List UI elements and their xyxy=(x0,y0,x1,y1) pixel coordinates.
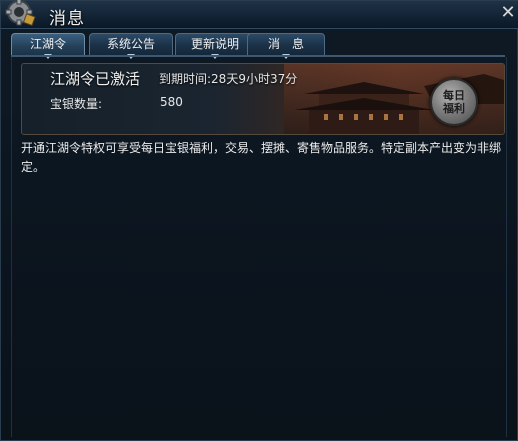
tab-label: 系统公告 xyxy=(106,37,155,51)
jianghu-ling-banner: 江湖令已激活 到期时间:28天9小时37分 宝银数量: 580 每日 福利 xyxy=(21,63,505,135)
activation-status: 江湖令已激活 xyxy=(50,70,141,88)
tab-update-notes[interactable]: 更新说明 xyxy=(175,33,255,59)
tab-label: 江湖令 xyxy=(29,37,66,51)
privilege-description: 开通江湖令特权可享受每日宝银福利，交易、摆摊、寄售物品服务。特定副本产出变为非绑… xyxy=(21,141,502,174)
daily-reward-button[interactable]: 每日 福利 xyxy=(430,78,478,126)
window-title: 消息 xyxy=(49,9,85,29)
badge-text-line2: 福利 xyxy=(443,102,465,115)
badge-text-line1: 每日 xyxy=(443,89,465,102)
message-window: 消息 ✕ 江湖令 系统公告 更新说明 消 息 江湖令已激活 到期时间:28天9小… xyxy=(0,0,518,441)
title-bar[interactable]: 消息 ✕ xyxy=(1,0,518,29)
silver-label: 宝银数量: xyxy=(50,97,103,111)
close-icon[interactable]: ✕ xyxy=(499,4,517,22)
tab-label: 消 息 xyxy=(267,37,304,51)
gear-icon xyxy=(5,0,36,27)
silver-value: 580 xyxy=(160,95,183,109)
expire-time: 到期时间:28天9小时37分 xyxy=(159,72,298,86)
tab-system-announcement[interactable]: 系统公告 xyxy=(89,33,173,59)
tab-jianghu-ling[interactable]: 江湖令 xyxy=(11,33,85,59)
tab-label: 更新说明 xyxy=(190,37,239,51)
tab-messages[interactable]: 消 息 xyxy=(247,33,325,59)
